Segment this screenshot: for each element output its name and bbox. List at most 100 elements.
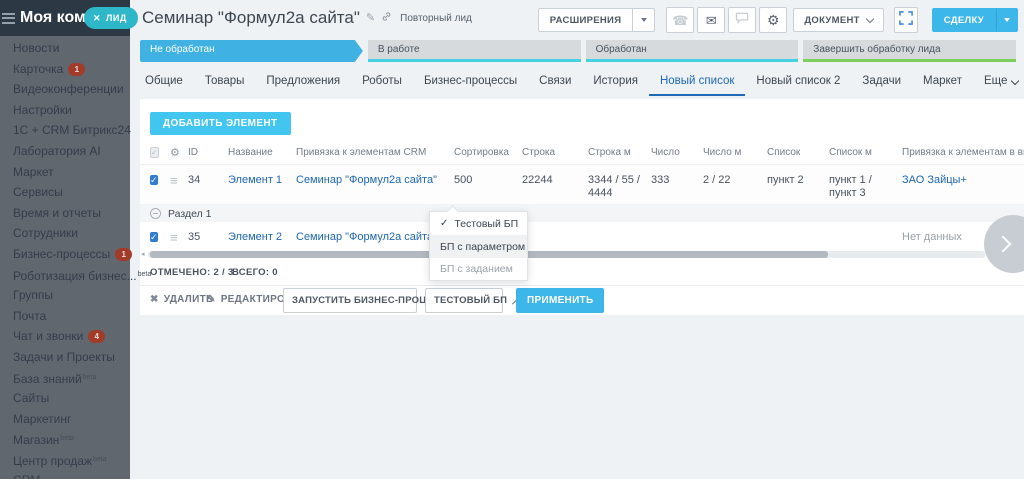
link-icon[interactable] <box>381 11 392 25</box>
column-header-name[interactable]: Название <box>228 147 296 158</box>
column-header-list[interactable]: Список <box>767 147 829 158</box>
create-deal-dropdown-button[interactable] <box>996 8 1018 32</box>
phone-icon: ☎ <box>672 14 688 27</box>
delete-button[interactable]: ✖ УДАЛИТЬ <box>150 294 213 305</box>
sidebar-item-card[interactable]: Карточка1 <box>0 59 130 80</box>
chat-button[interactable] <box>728 7 756 33</box>
element-link[interactable]: Элемент 2 <box>228 231 282 243</box>
sidebar-item-sales-center[interactable]: Центр продажbeta <box>0 450 130 471</box>
section-title: Раздел 1 <box>168 208 211 220</box>
tab-business-processes[interactable]: Бизнес-процессы <box>413 66 528 96</box>
edit-title-icon[interactable]: ✎ <box>366 13 375 24</box>
tab-robots[interactable]: Роботы <box>351 66 413 96</box>
page-title: Семинар "Формул2а сайта" <box>142 8 360 28</box>
sidebar-item-sites[interactable]: Сайты <box>0 388 130 409</box>
close-icon[interactable]: ✕ <box>93 14 101 23</box>
sidebar-item-employees[interactable]: Сотрудники <box>0 223 130 244</box>
apply-button[interactable]: ПРИМЕНИТЬ <box>516 288 604 313</box>
sidebar-item-marketing[interactable]: Маркетинг <box>0 409 130 430</box>
chevron-down-icon <box>866 14 874 22</box>
select-all-checkbox[interactable]: ✓ <box>150 147 159 158</box>
extensions-button[interactable]: РАСШИРЕНИЯ <box>538 8 634 32</box>
sidebar-item-tasks-projects[interactable]: Задачи и Проекты <box>0 347 130 368</box>
stage-processed[interactable]: Обработан <box>586 40 799 62</box>
column-header-element-binding[interactable]: Привязка к элементам в виде с <box>902 147 1024 158</box>
stage-in-progress[interactable]: В работе <box>368 40 581 62</box>
drag-handle-icon[interactable]: ≡ <box>170 173 178 188</box>
beta-label: beta <box>83 374 97 381</box>
tab-new-list[interactable]: Новый список <box>649 66 745 96</box>
hamburger-menu-icon[interactable] <box>2 10 15 26</box>
cell-list: пункт 2 <box>767 174 829 186</box>
column-header-crm-binding[interactable]: Привязка к элементам CRM <box>296 147 454 158</box>
horizontal-scrollbar[interactable] <box>148 251 985 258</box>
column-header-id[interactable]: ID <box>188 147 228 158</box>
cell-id: 35 <box>188 231 228 243</box>
sidebar-item-shop[interactable]: Магазинbeta <box>0 429 130 450</box>
column-header-number-m[interactable]: Число м <box>703 147 767 158</box>
column-header-list-m[interactable]: Список м <box>829 147 902 158</box>
sidebar-item-ai-lab[interactable]: Лаборатория AI <box>0 141 130 162</box>
scroll-left-arrow-icon[interactable]: ◂ <box>141 250 145 258</box>
sidebar-item-business-processes[interactable]: Бизнес-процессы1 <box>0 244 130 265</box>
sidebar-item-chat-calls[interactable]: Чат и звонки4 <box>0 326 130 347</box>
crm-binding-link[interactable]: Семинар "Формул2а сайта" <box>296 174 437 186</box>
sidebar-item-crm[interactable]: CRM <box>0 470 130 479</box>
column-header-string[interactable]: Строка <box>522 147 588 158</box>
column-header-number[interactable]: Число <box>651 147 703 158</box>
row-checkbox[interactable]: ✓ <box>150 175 158 185</box>
mail-button[interactable]: ✉ <box>697 7 725 33</box>
tab-history[interactable]: История <box>582 66 649 96</box>
run-business-process-select[interactable]: ЗАПУСТИТЬ БИЗНЕС-ПРОЦЕ.. <box>283 288 417 313</box>
sidebar-item-knowledge-base[interactable]: База знанийbeta <box>0 368 130 389</box>
business-process-select[interactable]: ТЕСТОВЫЙ БП <box>425 288 503 313</box>
stage-finish-lead[interactable]: Завершить обработку лида <box>803 40 1016 62</box>
notification-badge: 1 <box>68 63 85 76</box>
phone-button[interactable]: ☎ <box>666 7 694 33</box>
sidebar-item-mail[interactable]: Почта <box>0 306 130 327</box>
tab-market[interactable]: Маркет <box>912 66 973 96</box>
extensions-dropdown-button[interactable] <box>633 8 655 32</box>
document-button[interactable]: ДОКУМЕНТ <box>793 8 883 32</box>
add-element-button[interactable]: ДОБАВИТЬ ЭЛЕМЕНТ <box>150 112 291 135</box>
settings-button[interactable]: ⚙ <box>759 7 787 33</box>
sidebar-item-settings[interactable]: Настройки <box>0 100 130 121</box>
crm-binding-link[interactable]: Семинар "Формул2а сайта" <box>296 231 437 243</box>
create-deal-button[interactable]: СДЕЛКУ <box>932 8 996 32</box>
dropdown-item-bp-with-task[interactable]: БП с заданием <box>430 258 527 280</box>
sidebar-item-time-reports[interactable]: Время и отчеты <box>0 203 130 224</box>
column-header-string-m[interactable]: Строка м <box>588 147 651 158</box>
bitrix24-crm-screen: Моя компа Новости Карточка1 Видеоконфере… <box>0 0 1024 479</box>
tab-more[interactable]: Еще <box>973 66 1024 96</box>
sidebar-item-services[interactable]: Сервисы <box>0 182 130 203</box>
list-card: ДОБАВИТЬ ЭЛЕМЕНТ ✓ ⚙ ID Название Привязк… <box>140 99 1024 315</box>
collapse-section-icon[interactable] <box>150 208 161 219</box>
tab-products[interactable]: Товары <box>194 66 256 96</box>
grid-settings-gear-icon[interactable]: ⚙ <box>170 147 180 159</box>
element-link[interactable]: Элемент 1 <box>228 174 282 186</box>
sidebar-item-groups[interactable]: Группы <box>0 285 130 306</box>
drag-handle-icon[interactable]: ≡ <box>170 230 178 245</box>
tab-connections[interactable]: Связи <box>528 66 582 96</box>
sidebar-item-1c-crm[interactable]: 1С + CRM Битрикс24 <box>0 120 130 141</box>
tab-tasks[interactable]: Задачи <box>851 66 912 96</box>
sidebar: Моя компа Новости Карточка1 Видеоконфере… <box>0 0 130 479</box>
tab-quotes[interactable]: Предложения <box>255 66 351 96</box>
sidebar-item-rpa[interactable]: Роботизация бизнес...beta <box>0 265 130 286</box>
lead-tab-pill[interactable]: ✕ ЛИД <box>84 7 138 29</box>
tab-new-list-2[interactable]: Новый список 2 <box>745 66 851 96</box>
fullscreen-button[interactable] <box>894 7 918 33</box>
dropdown-item-bp-with-parameter[interactable]: БП с параметром <box>430 236 527 258</box>
row-checkbox[interactable]: ✓ <box>150 232 158 242</box>
stage-not-processed[interactable]: Не обработан <box>140 40 363 62</box>
main-area: Семинар "Формул2а сайта" ✎ Повторный лид… <box>130 0 1024 479</box>
caret-down-icon <box>641 18 647 22</box>
sidebar-item-market[interactable]: Маркет <box>0 162 130 183</box>
table-row: ✓ ≡ 34 Элемент 1 Семинар "Формул2а сайта… <box>140 165 1024 205</box>
column-header-sort[interactable]: Сортировка <box>454 147 522 158</box>
company-link[interactable]: ЗАО Зайцы+ <box>902 174 967 186</box>
tab-general[interactable]: Общие <box>140 66 194 96</box>
sidebar-item-videoconf[interactable]: Видеоконференции <box>0 79 130 100</box>
sidebar-item-news[interactable]: Новости <box>0 38 130 59</box>
dropdown-item-test-bp[interactable]: ✓ Тестовый БП <box>430 212 527 236</box>
